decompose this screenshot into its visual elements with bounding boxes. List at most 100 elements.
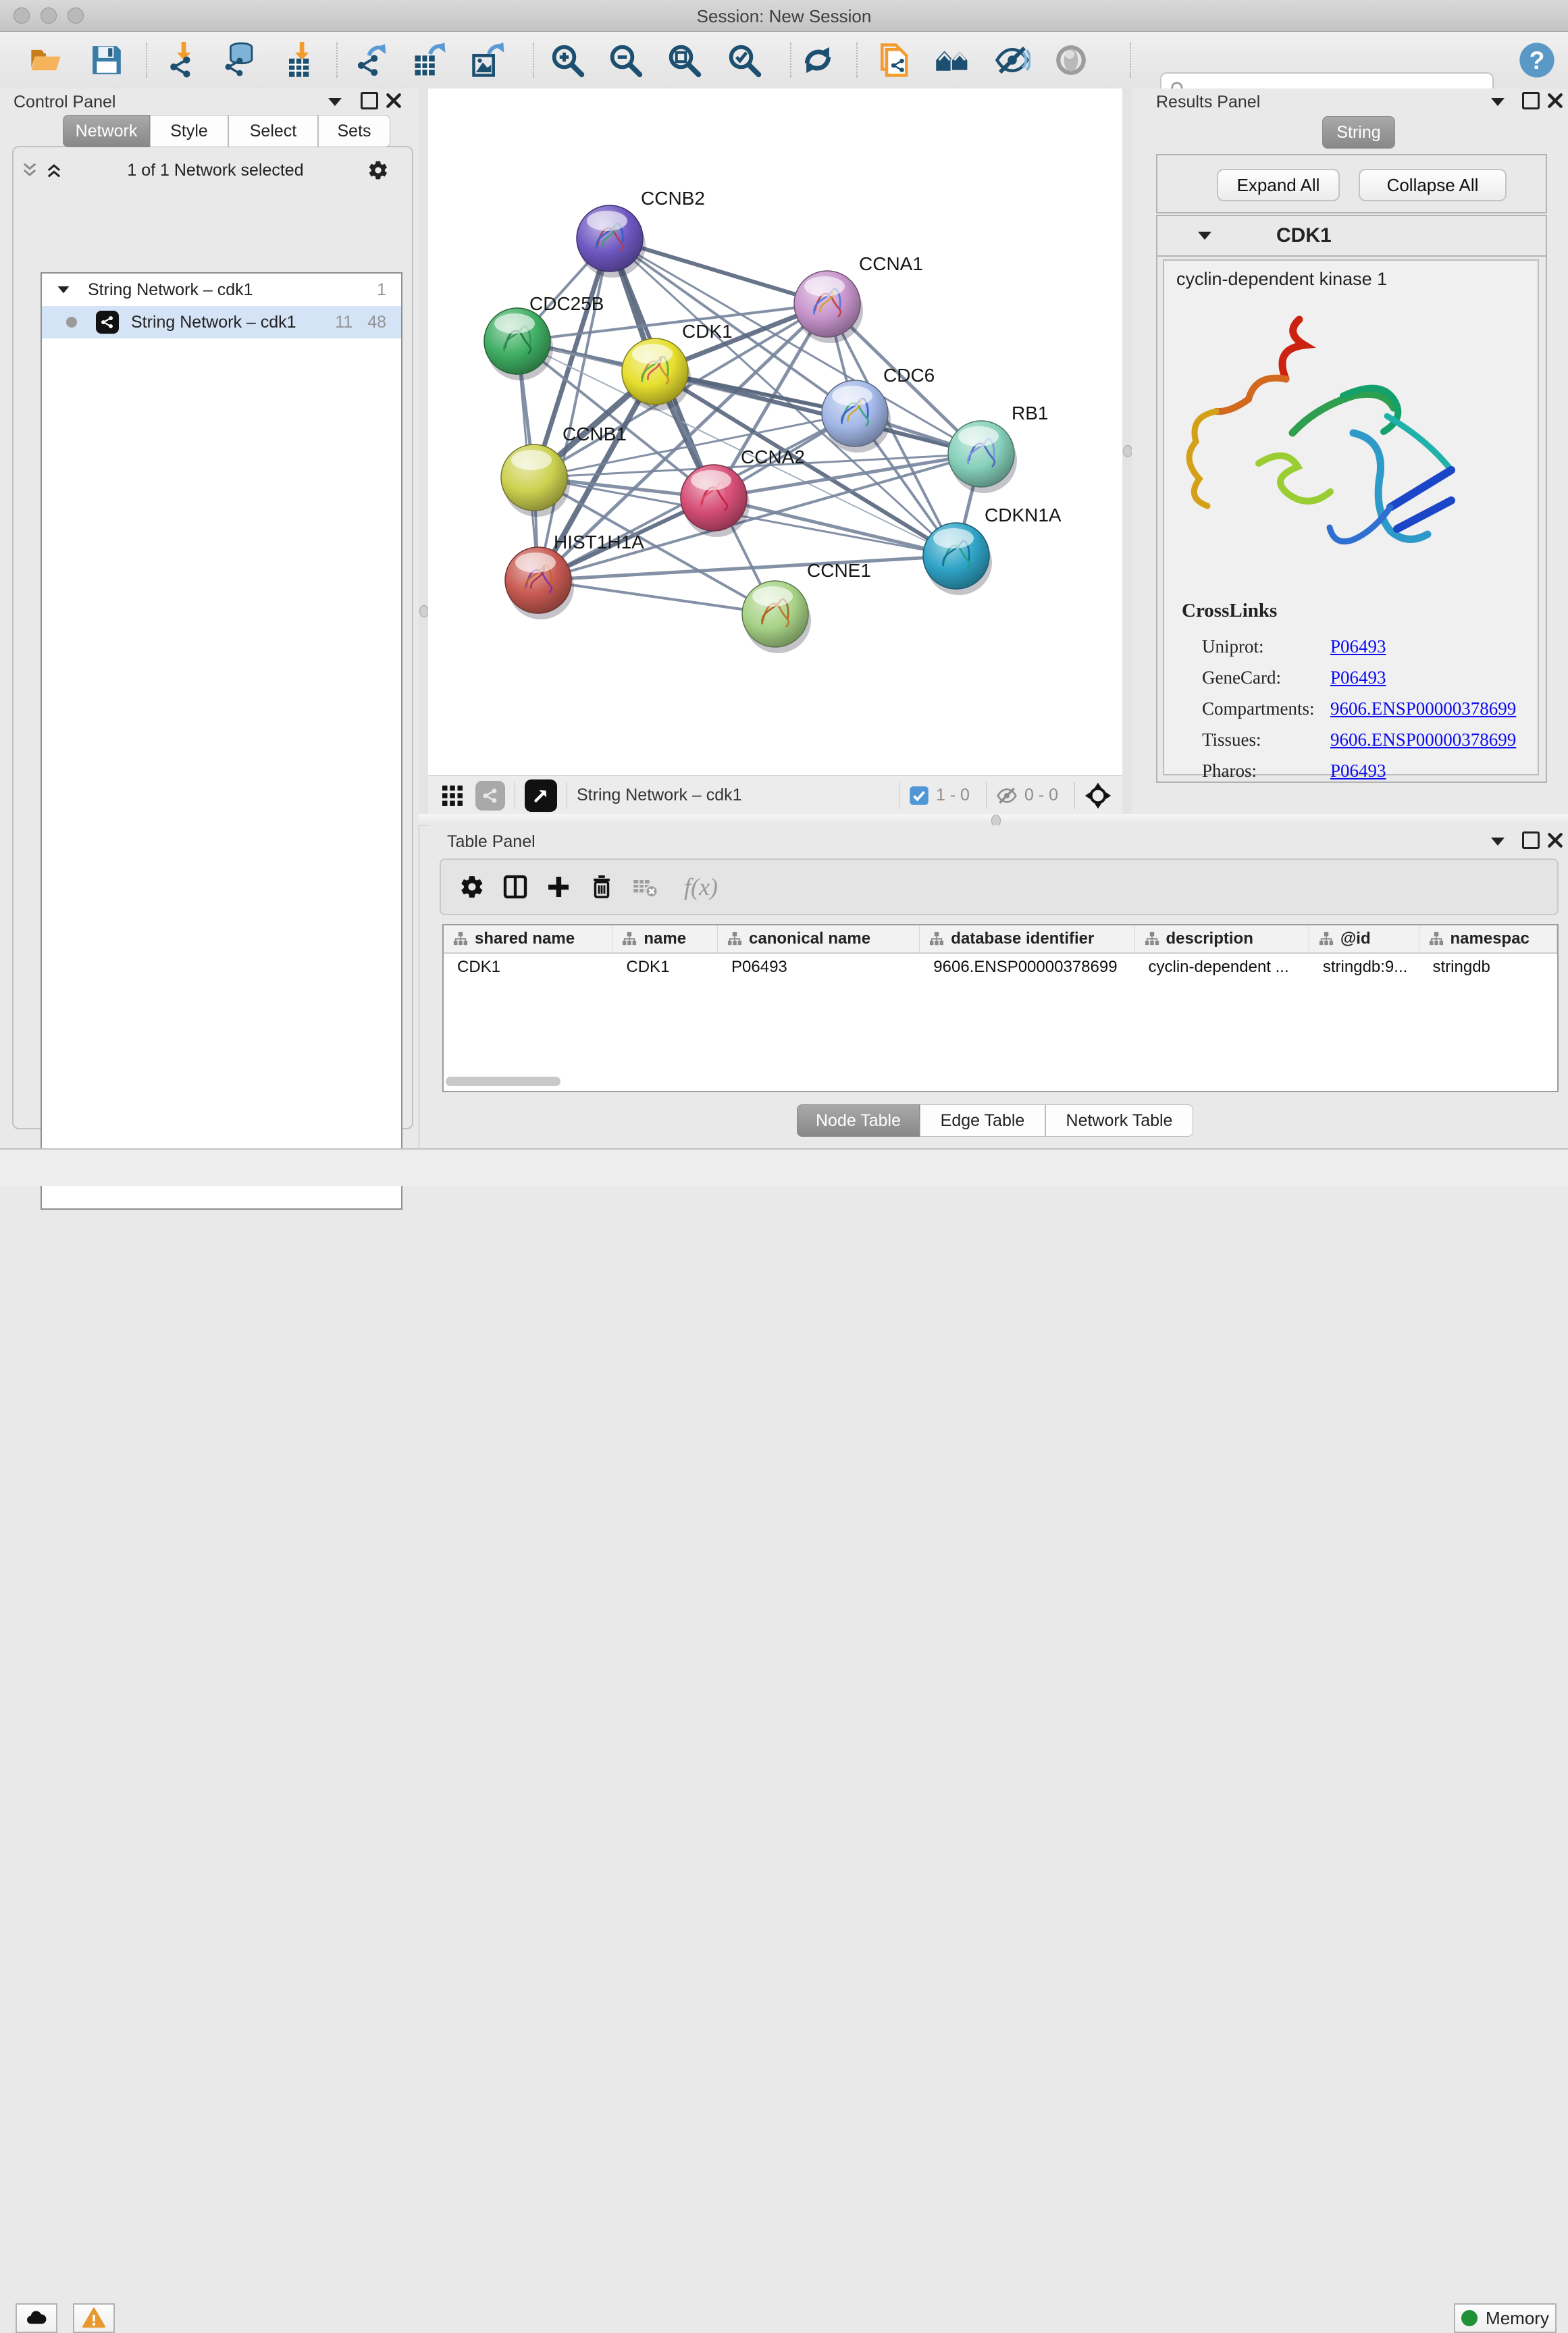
add-column-icon[interactable] — [537, 868, 580, 906]
tab-network-table[interactable]: Network Table — [1045, 1104, 1193, 1137]
table-horizontal-scrollbar[interactable] — [446, 1077, 560, 1086]
zoom-selected-icon[interactable] — [723, 39, 766, 82]
crosslink-link[interactable]: P06493 — [1330, 636, 1386, 657]
network-canvas[interactable]: CCNB2CCNA1CDC25BCDK1CDC6RB1CCNB1CCNA2CDK… — [428, 88, 1122, 775]
network-collection-row[interactable]: String Network – cdk1 1 — [42, 274, 401, 306]
table-cell[interactable]: cyclin-dependent ... — [1135, 954, 1309, 981]
network-node-CCNB1[interactable]: CCNB1 — [501, 424, 627, 517]
save-session-icon[interactable] — [85, 39, 128, 82]
panel-collapse-icon[interactable] — [1491, 838, 1505, 846]
panel-float-icon[interactable] — [361, 92, 378, 109]
zoom-out-icon[interactable] — [604, 39, 647, 82]
panel-float-icon[interactable] — [1522, 831, 1540, 849]
export-image-icon[interactable] — [467, 39, 511, 82]
horizontal-splitter[interactable] — [419, 814, 1568, 826]
tab-node-table[interactable]: Node Table — [797, 1104, 920, 1137]
tab-style[interactable]: Style — [150, 115, 228, 147]
network-node-RB1[interactable]: RB1 — [948, 403, 1048, 493]
tab-edge-table[interactable]: Edge Table — [920, 1104, 1045, 1137]
new-network-from-selection-icon[interactable] — [871, 39, 914, 82]
collection-count: 1 — [377, 280, 386, 300]
splitter-grip[interactable] — [419, 605, 429, 617]
table-row[interactable]: CDK1CDK1P064939606.ENSP00000378699cyclin… — [444, 954, 1557, 981]
function-builder-icon[interactable]: f(x) — [684, 873, 718, 901]
warnings-button[interactable] — [73, 2303, 115, 2333]
open-session-icon[interactable] — [24, 39, 68, 82]
hide-selected-eye-slash-icon[interactable] — [991, 39, 1034, 82]
vertical-splitter-right[interactable] — [1122, 88, 1132, 814]
column-header-shared-name[interactable]: shared name — [444, 925, 612, 952]
column-header-name[interactable]: name — [612, 925, 718, 952]
show-grid-icon[interactable] — [440, 784, 465, 808]
column-header-namespac[interactable]: namespac — [1419, 925, 1558, 952]
crosslink-link[interactable]: P06493 — [1330, 761, 1386, 781]
tab-select[interactable]: Select — [228, 115, 318, 147]
crosslink-link[interactable]: 9606.ENSP00000378699 — [1330, 729, 1516, 750]
crosslink-label: Tissues: — [1202, 729, 1330, 750]
collapse-all-button[interactable]: Collapse All — [1359, 169, 1507, 201]
export-table-icon[interactable] — [409, 39, 452, 82]
network-overview-icon[interactable] — [475, 781, 505, 811]
table-cell[interactable]: 9606.ENSP00000378699 — [920, 954, 1134, 981]
tab-network[interactable]: Network — [63, 115, 150, 147]
panel-float-icon[interactable] — [1522, 92, 1540, 109]
table-cell[interactable]: stringdb:9... — [1309, 954, 1419, 981]
panel-collapse-icon[interactable] — [328, 98, 342, 106]
import-table-file-icon[interactable] — [280, 39, 323, 82]
show-graphics-details-icon[interactable] — [1049, 39, 1093, 82]
network-options-gear-icon[interactable] — [367, 159, 389, 181]
node-label: CDC6 — [883, 365, 935, 386]
panel-collapse-icon[interactable] — [1491, 98, 1505, 106]
splitter-grip[interactable] — [1123, 445, 1132, 457]
table-settings-gear-icon[interactable] — [450, 868, 494, 906]
vertical-splitter-left[interactable] — [419, 88, 428, 814]
column-header-@id[interactable]: @id — [1309, 925, 1419, 952]
tab-string[interactable]: String — [1322, 116, 1395, 149]
collapse-all-icon[interactable] — [20, 161, 39, 180]
zoom-in-icon[interactable] — [546, 39, 589, 82]
table-cell[interactable]: P06493 — [718, 954, 920, 981]
results-panel: Results Panel String Expand All Collapse… — [1132, 88, 1568, 814]
import-network-file-icon[interactable] — [161, 39, 205, 82]
column-header-description[interactable]: description — [1135, 925, 1309, 952]
network-node-CCNA1[interactable]: CCNA1 — [794, 253, 923, 343]
tab-sets[interactable]: Sets — [318, 115, 390, 147]
network-node-CDC25B[interactable]: CDC25B — [484, 293, 604, 380]
import-network-database-icon[interactable] — [218, 39, 261, 82]
birds-eye-view-icon[interactable] — [525, 779, 557, 812]
network-row-selected[interactable]: String Network – cdk1 11 48 — [42, 306, 401, 338]
export-network-icon[interactable] — [350, 39, 394, 82]
column-header-canonical-name[interactable]: canonical name — [718, 925, 920, 952]
delete-column-trash-icon[interactable] — [580, 868, 623, 906]
panel-close-icon[interactable] — [385, 92, 402, 109]
fit-content-icon[interactable] — [662, 39, 706, 82]
crosshair-icon[interactable] — [1084, 782, 1112, 809]
network-edge[interactable] — [538, 238, 610, 580]
selected-checkbox-icon[interactable] — [909, 786, 929, 806]
network-node-CCNE1[interactable]: CCNE1 — [742, 560, 871, 653]
help-icon[interactable]: ? — [1515, 39, 1559, 82]
tree-expander-icon[interactable] — [58, 286, 70, 293]
hidden-eye-slash-icon[interactable] — [996, 785, 1018, 806]
protein-expander-icon[interactable] — [1198, 232, 1211, 240]
memory-button[interactable]: Memory — [1454, 2303, 1557, 2333]
protein-header-row[interactable]: CDK1 — [1157, 216, 1546, 257]
crosslink-link[interactable]: 9606.ENSP00000378699 — [1330, 698, 1516, 719]
network-node-CCNB2[interactable]: CCNB2 — [577, 188, 705, 278]
table-cell[interactable]: CDK1 — [444, 954, 612, 981]
apply-layout-icon[interactable] — [796, 39, 839, 82]
show-columns-icon[interactable] — [494, 868, 537, 906]
column-header-database-identifier[interactable]: database identifier — [920, 925, 1134, 952]
delete-table-icon[interactable] — [623, 868, 667, 906]
expand-all-button[interactable]: Expand All — [1217, 169, 1340, 201]
cloud-button[interactable] — [16, 2303, 57, 2333]
network-node-CDKN1A[interactable]: CDKN1A — [923, 505, 1062, 595]
table-cell[interactable]: stringdb — [1419, 954, 1558, 981]
crosslink-link[interactable]: P06493 — [1330, 667, 1386, 688]
string-browse-houses-icon[interactable] — [931, 39, 974, 82]
expand-all-icon[interactable] — [45, 161, 63, 180]
panel-close-icon[interactable] — [1546, 831, 1564, 849]
table-cell[interactable]: CDK1 — [612, 954, 718, 981]
panel-close-icon[interactable] — [1546, 92, 1564, 109]
network-node-CDK1[interactable]: CDK1 — [622, 321, 733, 411]
